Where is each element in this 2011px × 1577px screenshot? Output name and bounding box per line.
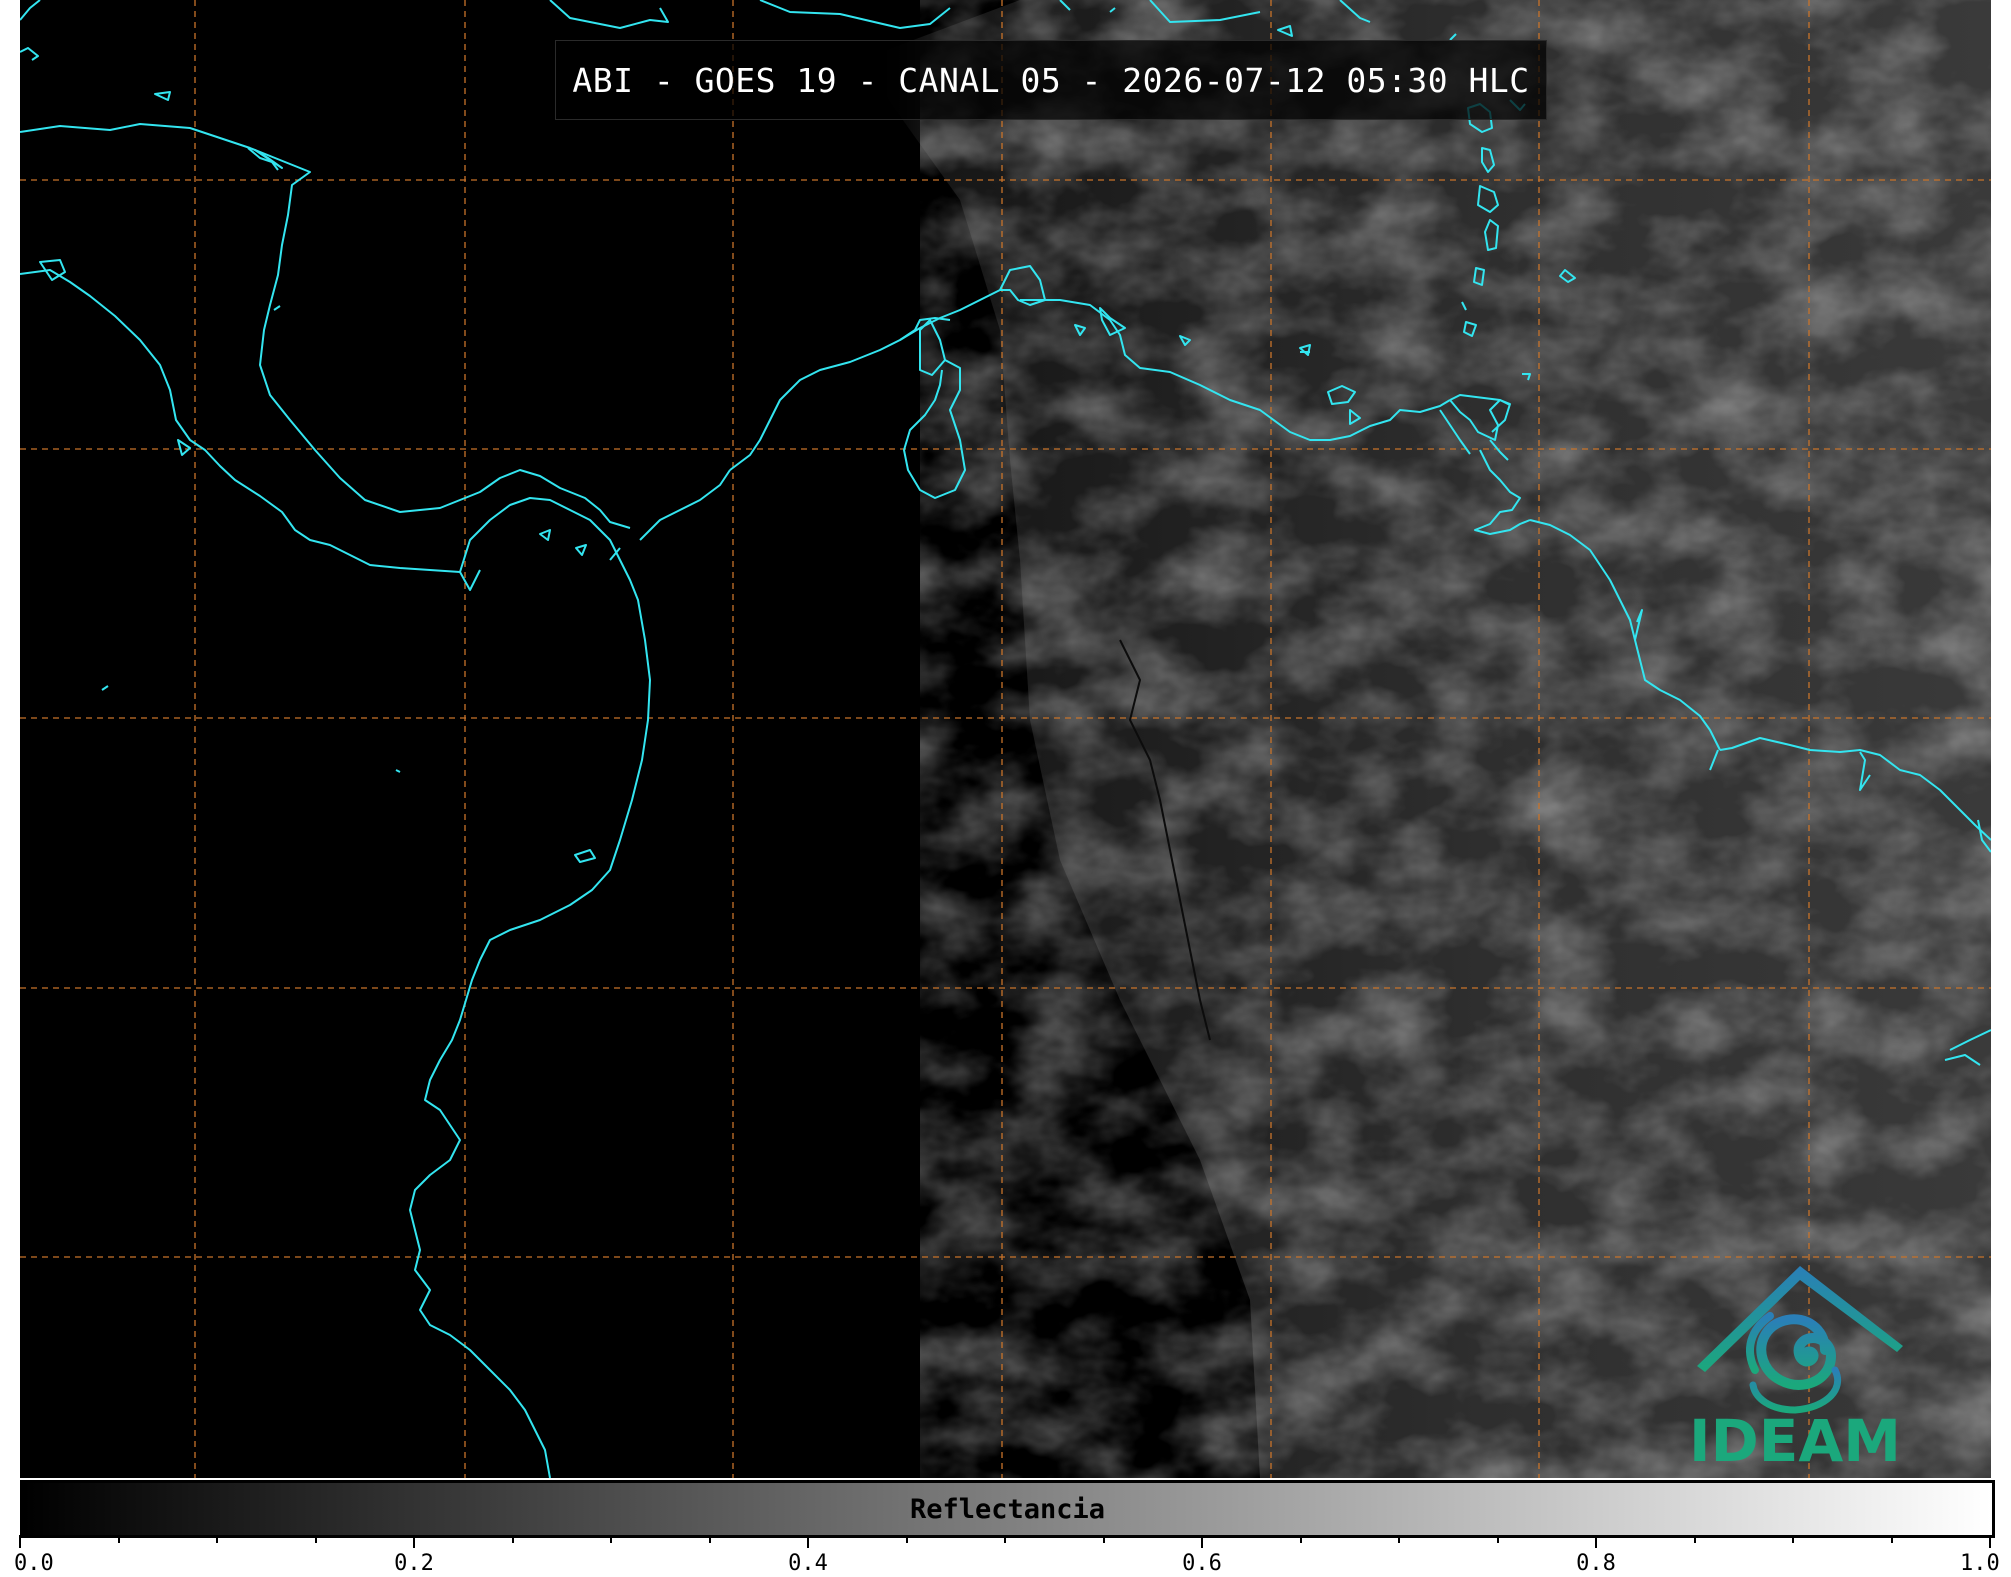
colorbar-tick-label: 0.4 [788, 1551, 828, 1576]
map-title: ABI - GOES 19 - CANAL 05 - 2026-07-12 05… [555, 40, 1547, 120]
ideam-emblem-icon [1697, 1266, 1903, 1414]
colorbar-label: Reflectancia [909, 1493, 1106, 1525]
satellite-image: ABI - GOES 19 - CANAL 05 - 2026-07-12 05… [20, 0, 1991, 1478]
colorbar-tick-label: 0.0 [14, 1551, 54, 1576]
colorbar: Reflectancia [20, 1480, 1995, 1538]
colorbar-tick-label: 1.0 [1960, 1551, 2000, 1576]
colorbar-tick-label: 0.2 [394, 1551, 434, 1576]
ideam-logo-text: IDEAM [1689, 1407, 1901, 1475]
colorbar-tick-label: 0.6 [1182, 1551, 1222, 1576]
colorbar-tick-label: 0.8 [1576, 1551, 1616, 1576]
ideam-logo: IDEAM [1675, 1250, 1915, 1475]
